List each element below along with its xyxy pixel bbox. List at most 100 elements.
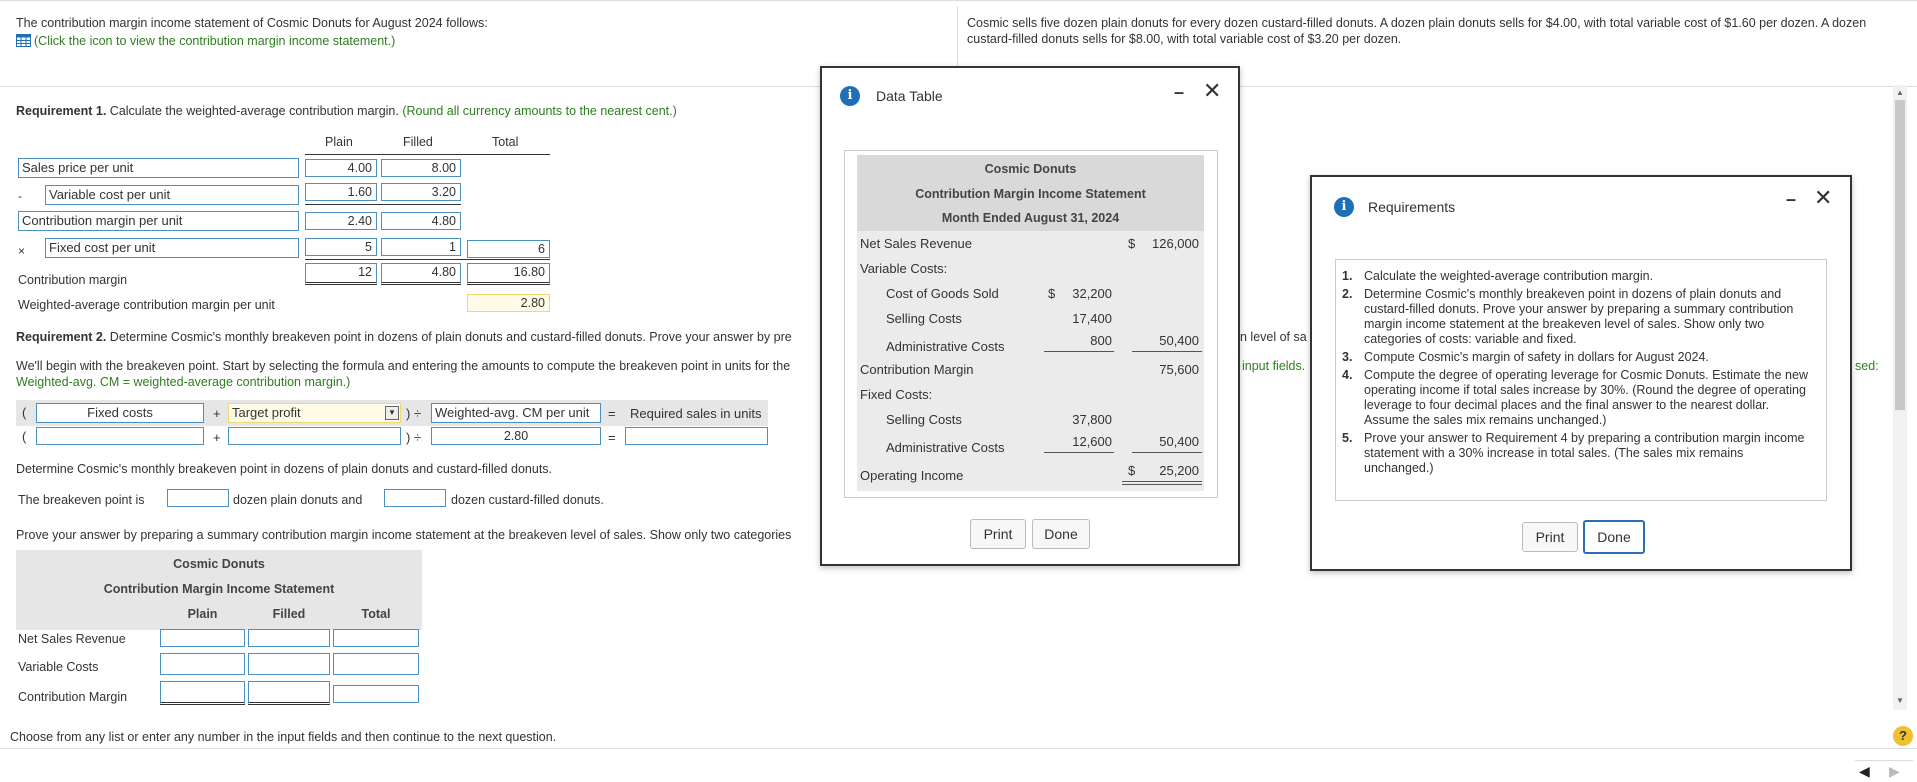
- variable-cost-filled[interactable]: 3.20: [381, 183, 461, 201]
- fixed-cost-label[interactable]: Fixed cost per unit: [45, 238, 299, 258]
- dt-op-income-value: 25,200: [1159, 463, 1199, 478]
- behind-text-1: n level of sa: [1240, 330, 1307, 344]
- data-table-dialog: i Data Table – ✕ Cosmic Donuts Contribut…: [820, 66, 1240, 566]
- nav-controls: ◀ ▶: [1855, 760, 1913, 782]
- wacm-formula-label[interactable]: Weighted-avg. CM per unit: [431, 403, 601, 423]
- requirement-text: Calculate the weighted-average contribut…: [1364, 269, 1654, 283]
- summary-cm-filled[interactable]: [248, 681, 330, 705]
- contribution-margin-filled[interactable]: 4.80: [381, 263, 461, 285]
- var-underline: [305, 204, 461, 205]
- fixed-cost-plain[interactable]: 5: [305, 238, 377, 256]
- summary-col-total: Total: [361, 607, 391, 621]
- requirement-item-2: 2. Determine Cosmic's monthly breakeven …: [1342, 287, 1812, 347]
- requirements-print-button[interactable]: Print: [1522, 522, 1578, 552]
- required-sales-label: Required sales in units: [630, 406, 762, 421]
- summary-var-plain[interactable]: [160, 653, 245, 675]
- summary-cm-plain[interactable]: [160, 681, 245, 705]
- table-icon[interactable]: [16, 34, 31, 47]
- dt-period: Month Ended August 31, 2024: [941, 211, 1120, 225]
- breakeven-post: dozen custard-filled donuts.: [451, 493, 604, 507]
- summary-cm-total[interactable]: [333, 685, 419, 703]
- view-statement-label[interactable]: (Click the icon to view the contribution…: [34, 34, 395, 48]
- dt-net-sales-label: Net Sales Revenue: [860, 236, 973, 251]
- wacm-input[interactable]: 2.80: [431, 427, 601, 445]
- sales-price-plain[interactable]: 4.00: [305, 159, 377, 177]
- dt-dollar-3: $: [1128, 463, 1136, 478]
- help-icon[interactable]: ?: [1893, 726, 1913, 746]
- contribution-margin-plain[interactable]: 12: [305, 263, 377, 285]
- data-table-done-button[interactable]: Done: [1032, 519, 1090, 549]
- breakeven-plain-input[interactable]: [167, 489, 229, 507]
- dropdown-arrow-icon[interactable]: ▼: [385, 406, 399, 420]
- dt-admin-label: Administrative Costs: [886, 339, 1005, 354]
- requirements-minimize-icon[interactable]: –: [1786, 189, 1796, 210]
- fixed-cost-filled[interactable]: 1: [381, 238, 461, 256]
- dt-cm-label: Contribution Margin: [860, 362, 974, 377]
- dt-statement: Contribution Margin Income Statement: [915, 187, 1146, 201]
- view-statement-link[interactable]: (Click the icon to view the contribution…: [16, 34, 395, 48]
- info-icon: i: [840, 86, 860, 106]
- sales-price-filled[interactable]: 8.00: [381, 159, 461, 177]
- requirement-num: 2.: [1342, 287, 1353, 301]
- requirement-item-1: 1. Calculate the weighted-average contri…: [1342, 269, 1812, 284]
- dt-admin-underline: [1044, 351, 1114, 352]
- minimize-icon[interactable]: –: [1174, 82, 1184, 103]
- scrollbar-thumb[interactable]: [1895, 100, 1905, 410]
- dt-f-selling-value: 37,800: [1072, 412, 1112, 427]
- close-icon[interactable]: ✕: [1203, 78, 1221, 104]
- requirement-item-3: 3. Compute Cosmic's margin of safety in …: [1342, 350, 1812, 365]
- sales-price-label[interactable]: Sales price per unit: [18, 158, 299, 178]
- requirements-close-icon[interactable]: ✕: [1814, 185, 1832, 211]
- target-profit-select[interactable]: Target profit: [228, 403, 401, 423]
- dt-cogs-value: 32,200: [1072, 286, 1112, 301]
- target-profit-input[interactable]: [228, 427, 401, 445]
- req2-bold: Requirement 2.: [16, 330, 107, 344]
- fixed-costs-label[interactable]: Fixed costs: [36, 403, 204, 423]
- req2-heading: Requirement 2. Determine Cosmic's monthl…: [16, 330, 792, 344]
- dt-f-admin-label: Administrative Costs: [886, 440, 1005, 455]
- prove-text: Prove your answer by preparing a summary…: [16, 528, 792, 542]
- required-sales-input[interactable]: [625, 427, 768, 445]
- summary-net-sales-plain[interactable]: [160, 629, 245, 647]
- requirements-dialog: i Requirements – ✕ 1. Calculate the weig…: [1310, 175, 1852, 571]
- scroll-down-icon[interactable]: ▼: [1896, 696, 1904, 705]
- prev-arrow-icon[interactable]: ◀: [1859, 763, 1870, 780]
- requirement-text: Compute the degree of operating leverage…: [1364, 368, 1808, 427]
- col-plain-header: Plain: [325, 135, 353, 149]
- scroll-up-icon[interactable]: ▲: [1896, 88, 1904, 97]
- wacm-label: Weighted-average contribution margin per…: [18, 298, 275, 312]
- requirements-done-button[interactable]: Done: [1583, 520, 1645, 554]
- summary-variable-costs: Variable Costs: [18, 660, 99, 674]
- contribution-margin-label: Contribution margin: [18, 273, 128, 287]
- requirement-text: Determine Cosmic's monthly breakeven poi…: [1364, 287, 1794, 346]
- contribution-margin-total[interactable]: 16.80: [467, 263, 550, 285]
- breakeven-filled-input[interactable]: [384, 489, 446, 507]
- requirement-item-4: 4. Compute the degree of operating lever…: [1342, 368, 1812, 428]
- variable-cost-label[interactable]: Variable cost per unit: [45, 185, 299, 205]
- cm-per-unit-label[interactable]: Contribution margin per unit: [18, 211, 299, 231]
- open-paren-1: (: [22, 405, 27, 420]
- cm-per-unit-filled[interactable]: 4.80: [381, 212, 461, 230]
- requirement-item-5: 5. Prove your answer to Requirement 4 by…: [1342, 431, 1812, 476]
- dt-f-total: 50,400: [1159, 434, 1199, 449]
- req1-heading: Requirement 1. Calculate the weighted-av…: [16, 104, 677, 118]
- wacm-value[interactable]: 2.80: [467, 294, 550, 312]
- dt-selling-value: 17,400: [1072, 311, 1112, 326]
- summary-var-filled[interactable]: [248, 653, 330, 675]
- next-arrow-icon[interactable]: ▶: [1889, 763, 1900, 780]
- fixed-costs-input[interactable]: [36, 427, 204, 445]
- cm-per-unit-plain[interactable]: 2.40: [305, 212, 377, 230]
- intro-text: The contribution margin income statement…: [16, 16, 488, 30]
- plus-sign-1: +: [213, 406, 221, 421]
- req1-bold: Requirement 1.: [16, 104, 107, 118]
- data-table-print-button[interactable]: Print: [970, 519, 1026, 549]
- footer-divider: [0, 748, 1917, 749]
- variable-cost-plain[interactable]: 1.60: [305, 183, 377, 201]
- times-sign: ×: [18, 244, 26, 258]
- fixed-cost-total[interactable]: 6: [467, 240, 550, 258]
- summary-net-sales-filled[interactable]: [248, 629, 330, 647]
- summary-var-total[interactable]: [333, 653, 419, 675]
- requirement-num: 4.: [1342, 368, 1353, 382]
- behind-text-3: sed:: [1855, 359, 1879, 373]
- summary-net-sales-total[interactable]: [333, 629, 419, 647]
